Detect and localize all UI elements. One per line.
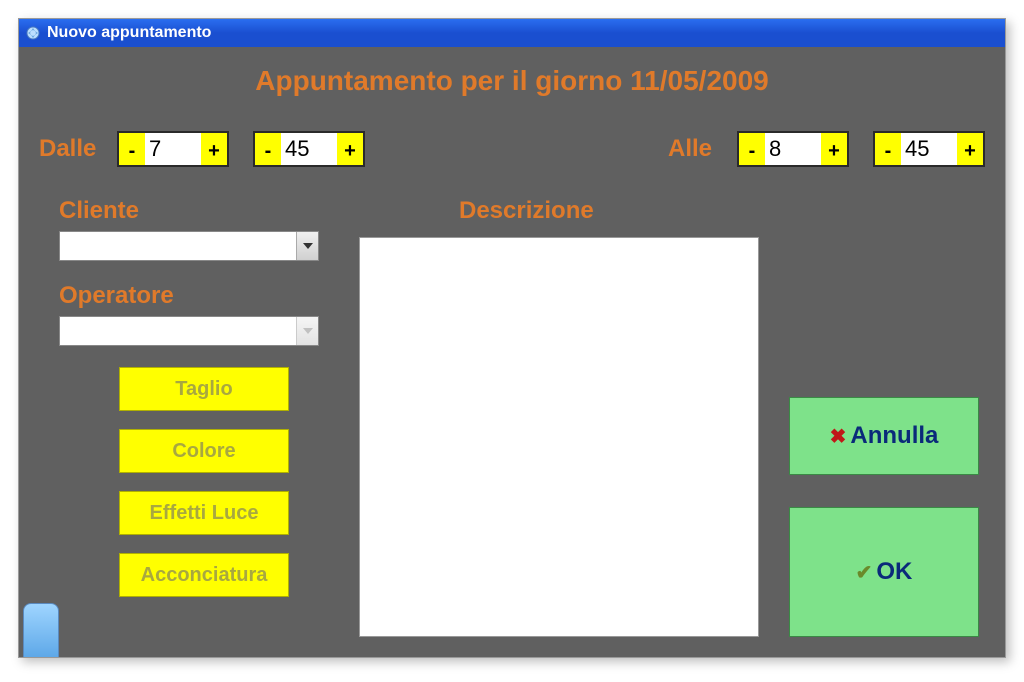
ok-label: OK [876, 558, 912, 586]
operatore-label: Operatore [59, 282, 319, 310]
annulla-button[interactable]: ✖ Annulla [789, 397, 979, 475]
from-min-plus-button[interactable]: + [337, 133, 363, 165]
operatore-dropdown-button [296, 317, 318, 345]
from-hour-input[interactable] [145, 133, 201, 165]
alle-label: Alle [668, 135, 712, 163]
cliente-input[interactable] [60, 232, 296, 260]
annulla-label: Annulla [850, 422, 938, 450]
to-hour-stepper: - + [737, 131, 849, 167]
to-hour-plus-button[interactable]: + [821, 133, 847, 165]
cliente-dropdown-button[interactable] [296, 232, 318, 260]
time-row: Dalle - + - + Alle - + - + [39, 131, 985, 167]
to-min-minus-button[interactable]: - [875, 133, 901, 165]
window-title: Nuovo appuntamento [47, 24, 211, 42]
from-hour-stepper: - + [117, 131, 229, 167]
from-min-input[interactable] [281, 133, 337, 165]
from-hour-plus-button[interactable]: + [201, 133, 227, 165]
chevron-down-icon [303, 328, 313, 334]
from-min-stepper: - + [253, 131, 365, 167]
taglio-button[interactable]: Taglio [119, 367, 289, 411]
service-buttons: Taglio Colore Effetti Luce Acconciatura [119, 367, 289, 597]
operatore-input[interactable] [60, 317, 296, 345]
cliente-label: Cliente [59, 197, 319, 225]
appointment-dialog: Nuovo appuntamento Appuntamento per il g… [18, 18, 1006, 658]
titlebar: Nuovo appuntamento [19, 19, 1005, 47]
ok-button[interactable]: ✔ OK [789, 507, 979, 637]
page-title: Appuntamento per il giorno 11/05/2009 [19, 65, 1005, 97]
cliente-combo[interactable] [59, 231, 319, 261]
dialog-body: Appuntamento per il giorno 11/05/2009 Da… [19, 47, 1005, 657]
chevron-down-icon [303, 243, 313, 249]
colore-button[interactable]: Colore [119, 429, 289, 473]
from-min-minus-button[interactable]: - [255, 133, 281, 165]
descrizione-label: Descrizione [459, 197, 594, 225]
check-icon: ✔ [856, 560, 873, 585]
to-min-input[interactable] [901, 133, 957, 165]
dalle-label: Dalle [39, 135, 117, 163]
bottom-left-tab[interactable] [23, 603, 59, 657]
operatore-combo[interactable] [59, 316, 319, 346]
to-min-plus-button[interactable]: + [957, 133, 983, 165]
acconciatura-button[interactable]: Acconciatura [119, 553, 289, 597]
descrizione-textarea[interactable] [359, 237, 759, 637]
operatore-block: Operatore [59, 282, 319, 346]
to-hour-input[interactable] [765, 133, 821, 165]
app-icon [25, 25, 41, 41]
effetti-luce-button[interactable]: Effetti Luce [119, 491, 289, 535]
to-min-stepper: - + [873, 131, 985, 167]
to-hour-minus-button[interactable]: - [739, 133, 765, 165]
cancel-icon: ✖ [830, 424, 847, 449]
from-hour-minus-button[interactable]: - [119, 133, 145, 165]
cliente-block: Cliente [59, 197, 319, 261]
